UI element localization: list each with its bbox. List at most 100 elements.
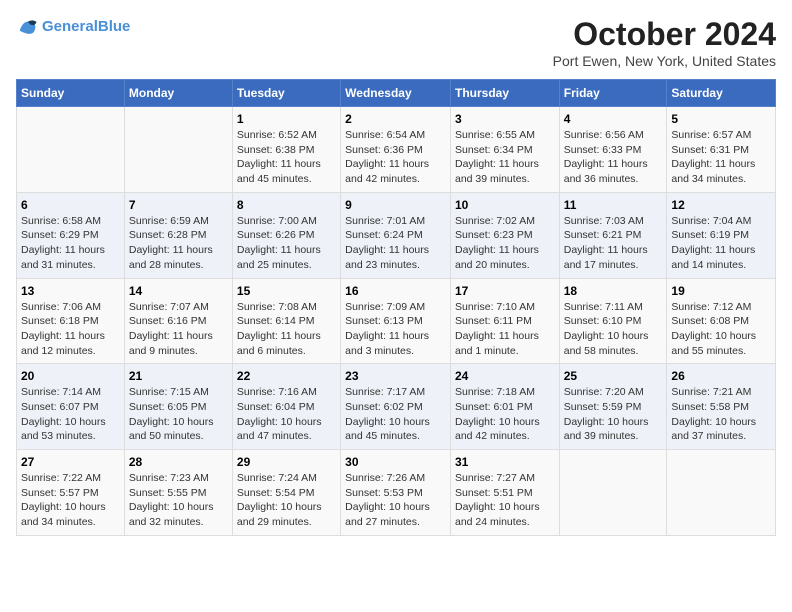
day-number: 15 xyxy=(237,284,336,298)
calendar-cell: 2Sunrise: 6:54 AM Sunset: 6:36 PM Daylig… xyxy=(341,107,451,193)
day-number: 19 xyxy=(671,284,771,298)
calendar-cell: 3Sunrise: 6:55 AM Sunset: 6:34 PM Daylig… xyxy=(450,107,559,193)
calendar-cell: 29 Sunrise: 7:24 AM Sunset: 5:54 PM Dayli… xyxy=(232,450,340,536)
calendar-cell: 5 Sunrise: 6:57 AM Sunset: 6:31 PM Daylig… xyxy=(667,107,776,193)
calendar-cell: 21 Sunrise: 7:15 AM Sunset: 6:05 PM Dayli… xyxy=(124,364,232,450)
day-info: Sunrise: 6:56 AM Sunset: 6:33 PM Dayligh… xyxy=(564,128,663,187)
day-number: 18 xyxy=(564,284,663,298)
day-number: 11 xyxy=(564,198,663,212)
page-header: GeneralBlue October 2024 Port Ewen, New … xyxy=(16,16,776,69)
day-number: 9 xyxy=(345,198,446,212)
day-info: Sunrise: 7:07 AM Sunset: 6:16 PM Dayligh… xyxy=(129,300,228,359)
day-info: Sunrise: 7:26 AM Sunset: 5:53 PM Dayligh… xyxy=(345,471,446,530)
calendar-cell: 26 Sunrise: 7:21 AM Sunset: 5:58 PM Dayli… xyxy=(667,364,776,450)
day-number: 3 xyxy=(455,112,555,126)
day-number: 4 xyxy=(564,112,663,126)
day-of-week-header: Monday xyxy=(124,80,232,107)
day-info: Sunrise: 7:03 AM Sunset: 6:21 PM Dayligh… xyxy=(564,214,663,273)
day-info: Sunrise: 7:21 AM Sunset: 5:58 PM Dayligh… xyxy=(671,385,771,444)
calendar-cell: 6 Sunrise: 6:58 AM Sunset: 6:29 PM Daylig… xyxy=(17,192,125,278)
day-number: 5 xyxy=(671,112,771,126)
day-of-week-header: Wednesday xyxy=(341,80,451,107)
calendar-cell: 8Sunrise: 7:00 AM Sunset: 6:26 PM Daylig… xyxy=(232,192,340,278)
day-info: Sunrise: 6:59 AM Sunset: 6:28 PM Dayligh… xyxy=(129,214,228,273)
calendar-header: SundayMondayTuesdayWednesdayThursdayFrid… xyxy=(17,80,776,107)
calendar-cell: 9 Sunrise: 7:01 AM Sunset: 6:24 PM Daylig… xyxy=(341,192,451,278)
calendar-cell: 7 Sunrise: 6:59 AM Sunset: 6:28 PM Daylig… xyxy=(124,192,232,278)
day-info: Sunrise: 7:16 AM Sunset: 6:04 PM Dayligh… xyxy=(237,385,336,444)
calendar-week-row: 27 Sunrise: 7:22 AM Sunset: 5:57 PM Dayli… xyxy=(17,450,776,536)
calendar-cell xyxy=(559,450,667,536)
day-number: 31 xyxy=(455,455,555,469)
calendar-week-row: 20 Sunrise: 7:14 AM Sunset: 6:07 PM Dayli… xyxy=(17,364,776,450)
calendar-cell: 27 Sunrise: 7:22 AM Sunset: 5:57 PM Dayli… xyxy=(17,450,125,536)
calendar-cell: 30Sunrise: 7:26 AM Sunset: 5:53 PM Dayli… xyxy=(341,450,451,536)
day-info: Sunrise: 7:11 AM Sunset: 6:10 PM Dayligh… xyxy=(564,300,663,359)
calendar-cell: 19 Sunrise: 7:12 AM Sunset: 6:08 PM Dayli… xyxy=(667,278,776,364)
calendar-cell xyxy=(667,450,776,536)
day-info: Sunrise: 7:22 AM Sunset: 5:57 PM Dayligh… xyxy=(21,471,120,530)
day-info: Sunrise: 7:27 AM Sunset: 5:51 PM Dayligh… xyxy=(455,471,555,530)
calendar-cell: 14 Sunrise: 7:07 AM Sunset: 6:16 PM Dayli… xyxy=(124,278,232,364)
calendar-cell: 11 Sunrise: 7:03 AM Sunset: 6:21 PM Dayli… xyxy=(559,192,667,278)
day-number: 7 xyxy=(129,198,228,212)
logo-icon xyxy=(16,16,38,38)
day-info: Sunrise: 7:17 AM Sunset: 6:02 PM Dayligh… xyxy=(345,385,446,444)
logo-text: GeneralBlue xyxy=(42,18,130,36)
calendar-cell: 25Sunrise: 7:20 AM Sunset: 5:59 PM Dayli… xyxy=(559,364,667,450)
day-number: 27 xyxy=(21,455,120,469)
day-info: Sunrise: 7:24 AM Sunset: 5:54 PM Dayligh… xyxy=(237,471,336,530)
day-number: 6 xyxy=(21,198,120,212)
day-number: 20 xyxy=(21,369,120,383)
day-info: Sunrise: 6:57 AM Sunset: 6:31 PM Dayligh… xyxy=(671,128,771,187)
day-info: Sunrise: 6:52 AM Sunset: 6:38 PM Dayligh… xyxy=(237,128,336,187)
day-info: Sunrise: 7:23 AM Sunset: 5:55 PM Dayligh… xyxy=(129,471,228,530)
calendar-cell: 18 Sunrise: 7:11 AM Sunset: 6:10 PM Dayli… xyxy=(559,278,667,364)
calendar-cell xyxy=(17,107,125,193)
day-number: 12 xyxy=(671,198,771,212)
calendar-week-row: 6 Sunrise: 6:58 AM Sunset: 6:29 PM Daylig… xyxy=(17,192,776,278)
day-number: 1 xyxy=(237,112,336,126)
day-of-week-header: Friday xyxy=(559,80,667,107)
day-number: 23 xyxy=(345,369,446,383)
month-title: October 2024 xyxy=(553,16,776,53)
day-number: 14 xyxy=(129,284,228,298)
calendar-cell: 16 Sunrise: 7:09 AM Sunset: 6:13 PM Dayli… xyxy=(341,278,451,364)
day-number: 10 xyxy=(455,198,555,212)
calendar-cell xyxy=(124,107,232,193)
calendar-cell: 22Sunrise: 7:16 AM Sunset: 6:04 PM Dayli… xyxy=(232,364,340,450)
calendar-week-row: 1 Sunrise: 6:52 AM Sunset: 6:38 PM Daylig… xyxy=(17,107,776,193)
day-number: 25 xyxy=(564,369,663,383)
day-info: Sunrise: 7:12 AM Sunset: 6:08 PM Dayligh… xyxy=(671,300,771,359)
day-number: 16 xyxy=(345,284,446,298)
location-subtitle: Port Ewen, New York, United States xyxy=(553,53,776,69)
day-number: 17 xyxy=(455,284,555,298)
day-of-week-header: Sunday xyxy=(17,80,125,107)
calendar-cell: 17 Sunrise: 7:10 AM Sunset: 6:11 PM Dayli… xyxy=(450,278,559,364)
day-info: Sunrise: 7:02 AM Sunset: 6:23 PM Dayligh… xyxy=(455,214,555,273)
day-info: Sunrise: 7:04 AM Sunset: 6:19 PM Dayligh… xyxy=(671,214,771,273)
day-number: 28 xyxy=(129,455,228,469)
day-number: 21 xyxy=(129,369,228,383)
day-info: Sunrise: 7:10 AM Sunset: 6:11 PM Dayligh… xyxy=(455,300,555,359)
day-info: Sunrise: 7:01 AM Sunset: 6:24 PM Dayligh… xyxy=(345,214,446,273)
day-info: Sunrise: 7:15 AM Sunset: 6:05 PM Dayligh… xyxy=(129,385,228,444)
day-info: Sunrise: 6:58 AM Sunset: 6:29 PM Dayligh… xyxy=(21,214,120,273)
day-of-week-header: Thursday xyxy=(450,80,559,107)
title-block: October 2024 Port Ewen, New York, United… xyxy=(553,16,776,69)
day-number: 26 xyxy=(671,369,771,383)
calendar-week-row: 13Sunrise: 7:06 AM Sunset: 6:18 PM Dayli… xyxy=(17,278,776,364)
day-info: Sunrise: 7:09 AM Sunset: 6:13 PM Dayligh… xyxy=(345,300,446,359)
day-of-week-header: Saturday xyxy=(667,80,776,107)
day-number: 24 xyxy=(455,369,555,383)
calendar-cell: 13Sunrise: 7:06 AM Sunset: 6:18 PM Dayli… xyxy=(17,278,125,364)
day-info: Sunrise: 7:18 AM Sunset: 6:01 PM Dayligh… xyxy=(455,385,555,444)
day-info: Sunrise: 7:14 AM Sunset: 6:07 PM Dayligh… xyxy=(21,385,120,444)
day-number: 29 xyxy=(237,455,336,469)
header-row: SundayMondayTuesdayWednesdayThursdayFrid… xyxy=(17,80,776,107)
calendar-cell: 1 Sunrise: 6:52 AM Sunset: 6:38 PM Daylig… xyxy=(232,107,340,193)
calendar-cell: 10 Sunrise: 7:02 AM Sunset: 6:23 PM Dayli… xyxy=(450,192,559,278)
day-number: 2 xyxy=(345,112,446,126)
calendar-cell: 28 Sunrise: 7:23 AM Sunset: 5:55 PM Dayli… xyxy=(124,450,232,536)
calendar-body: 1 Sunrise: 6:52 AM Sunset: 6:38 PM Daylig… xyxy=(17,107,776,536)
